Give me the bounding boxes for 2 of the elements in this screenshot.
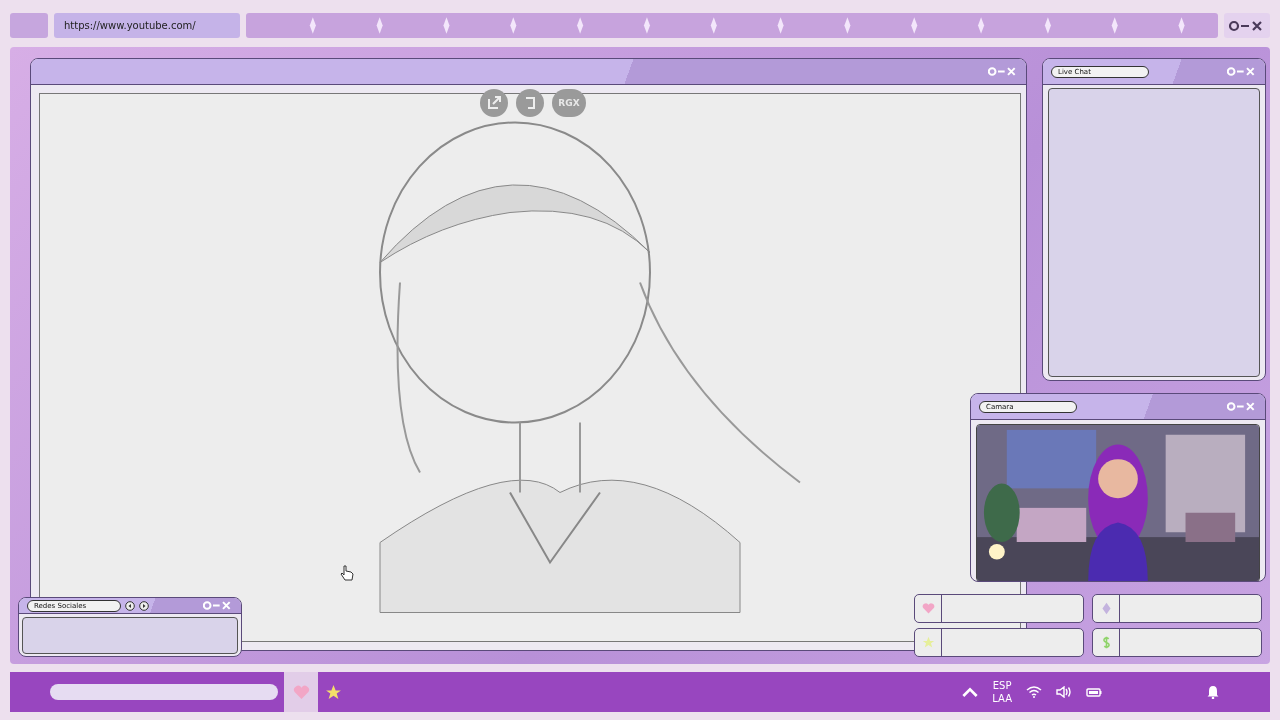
language-indicator[interactable]: ESP LAA (992, 679, 1012, 705)
address-bar[interactable]: https://www.youtube.com/ (54, 13, 240, 38)
